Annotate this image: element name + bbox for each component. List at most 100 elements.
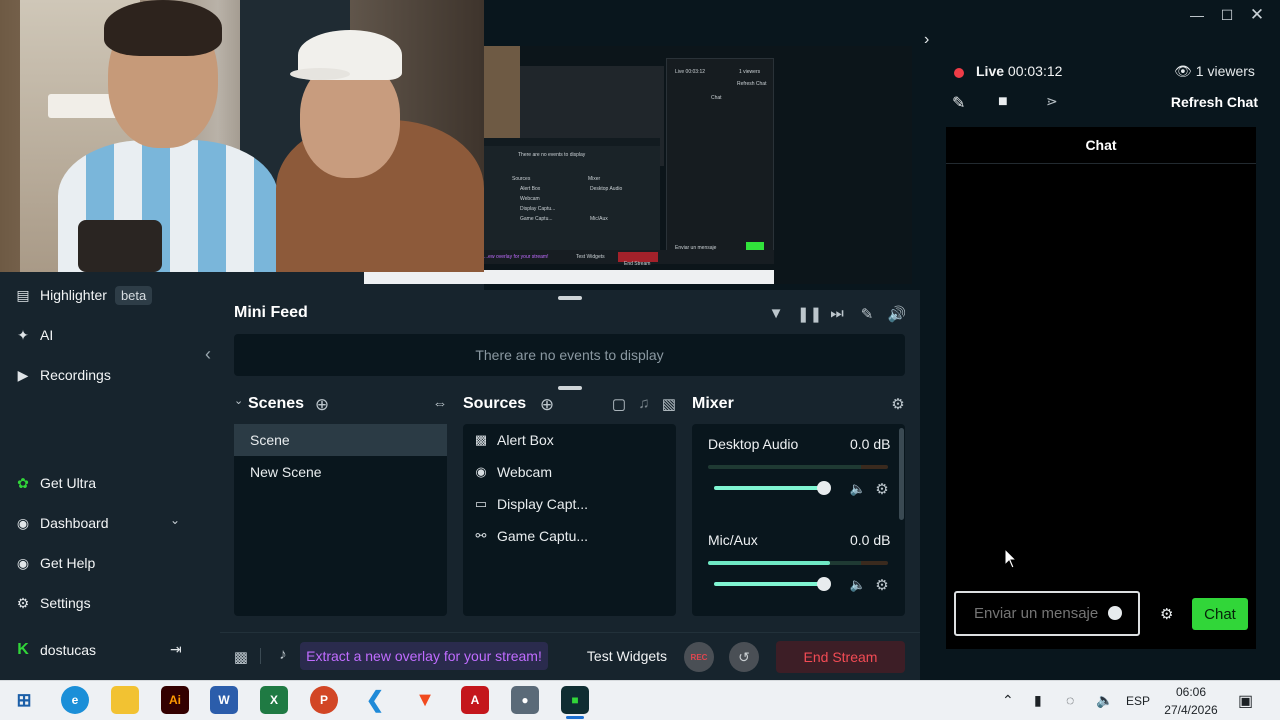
sidebar-item-get-ultra[interactable]: ✿ Get Ultra [0, 463, 220, 503]
file-explorer-icon[interactable] [111, 686, 139, 714]
vscode-icon[interactable]: ❮ [361, 686, 389, 714]
language-indicator[interactable]: ESP [1126, 694, 1150, 708]
windows-start-icon[interactable]: ⊞ [10, 686, 38, 714]
test-widgets-button[interactable]: Test Widgets [578, 642, 676, 670]
source-item[interactable]: ⚯ Game Captu... [463, 520, 676, 552]
add-scene-icon[interactable]: ⊕ [312, 395, 332, 415]
volume-slider-knob[interactable] [817, 481, 831, 495]
streamlabs-icon[interactable]: ■ [561, 686, 589, 714]
chat-send-button[interactable]: Chat [1192, 598, 1248, 630]
play-circle-icon: ▶ [17, 366, 29, 383]
minimize-icon[interactable]: — [1185, 4, 1209, 26]
gamepad-icon: ⚯ [475, 528, 487, 543]
end-stream-button[interactable]: End Stream [776, 641, 905, 673]
brave-icon[interactable]: ▼ [411, 686, 439, 714]
windows-taskbar [0, 680, 1280, 720]
scene-item[interactable]: Scene [234, 424, 447, 456]
source-item[interactable]: ▩ Alert Box [463, 424, 676, 456]
stats-icon[interactable]: ▩ [232, 648, 250, 666]
mixer-channel-db: 0.0 dB [850, 532, 891, 548]
mute-icon[interactable]: 🔈 [848, 577, 868, 593]
chevron-right-icon[interactable]: › [924, 31, 929, 49]
close-icon[interactable]: ✕ [1245, 4, 1269, 26]
extract-overlay-link[interactable]: Extract a new overlay for your stream! [300, 642, 548, 670]
mixer-channel-db: 0.0 dB [850, 436, 891, 452]
channel-settings-icon[interactable]: ⚙ [872, 480, 892, 498]
sources-title: Sources [463, 395, 527, 412]
collapse-sidebar-icon[interactable]: ‹ [198, 344, 218, 364]
display-source-icon[interactable]: ▢ [609, 395, 629, 413]
chat-settings-icon[interactable]: ⚙ [1160, 605, 1173, 623]
audio-source-icon[interactable]: ♫ [634, 395, 654, 412]
volume-slider[interactable] [714, 486, 824, 490]
skip-icon[interactable]: ⏭ [827, 305, 847, 322]
mixer-channel-label: Desktop Audio [708, 436, 799, 452]
edge-icon[interactable]: e [61, 686, 89, 714]
collapse-scenes-icon[interactable]: ⌄ [234, 394, 243, 407]
sidebar-item-get-help[interactable]: ◉ Get Help [0, 543, 220, 583]
sidebar-item-highlighter[interactable]: ▤ Highlighter beta [0, 275, 220, 315]
notification-bell-icon[interactable]: ♪ [274, 646, 292, 663]
preview-nested-taskbar [364, 270, 774, 284]
replay-buffer-icon[interactable]: ↺ [729, 642, 759, 672]
chevron-up-icon[interactable]: ⌃ [1002, 692, 1014, 709]
add-folder-icon[interactable]: ▧ [659, 395, 679, 413]
add-source-icon[interactable]: ⊕ [537, 395, 557, 415]
logout-icon[interactable]: ⇥ [170, 641, 182, 658]
powerpoint-icon[interactable]: P [310, 686, 338, 714]
excel-icon[interactable]: X [260, 686, 288, 714]
user-profile[interactable]: K dostucas ⇥ [0, 630, 220, 670]
sidebar-item-recordings[interactable]: ▶ Recordings [0, 355, 220, 395]
word-icon[interactable]: W [210, 686, 238, 714]
webcam-icon: ◉ [475, 464, 487, 479]
speaker-icon[interactable]: 🔈 [1096, 692, 1113, 709]
volume-icon[interactable]: 🔊 [887, 305, 907, 323]
dashboard-icon: ◉ [16, 514, 30, 531]
sparkle-icon: ✦ [17, 326, 29, 343]
illustrator-icon[interactable]: Ai [161, 686, 189, 714]
mute-icon[interactable]: 🔈 [848, 481, 868, 497]
scenes-title: Scenes [248, 395, 305, 412]
monitor-icon: ▭ [474, 496, 488, 511]
mixer-scrollbar[interactable] [899, 428, 904, 520]
edit-icon[interactable]: ✎ [952, 93, 965, 113]
preview-nested-editor: There are no events to display Sources M… [484, 146, 660, 250]
wifi-icon[interactable]: ◌ [1066, 692, 1074, 708]
stream-preview[interactable]: There are no events to display Sources M… [364, 46, 912, 284]
clock-date[interactable]: 27/4/2026 [1160, 703, 1222, 717]
source-item[interactable]: ▭ Display Capt... [463, 488, 676, 520]
volume-slider[interactable] [714, 582, 824, 586]
sidebar-item-dashboard[interactable]: ◉ Dashboard ⌄ [0, 503, 220, 543]
active-app-indicator [566, 716, 584, 719]
sidebar-item-settings[interactable]: ⚙ Settings [0, 583, 220, 623]
sidebar-item-ai[interactable]: ✦ AI [0, 315, 220, 355]
source-item[interactable]: ◉ Webcam [463, 456, 676, 488]
camera-app-icon[interactable]: ● [511, 686, 539, 714]
share-icon[interactable]: ⋗ [1046, 93, 1058, 110]
live-indicator [954, 68, 964, 78]
resize-handle[interactable] [558, 296, 582, 300]
clock-time[interactable]: 06:06 [1160, 685, 1222, 699]
refresh-chat-button[interactable]: Refresh Chat [1158, 94, 1258, 110]
ultra-icon: ✿ [17, 474, 29, 491]
record-button[interactable]: REC [684, 642, 714, 672]
camera-icon[interactable]: ■ [998, 93, 1008, 111]
help-icon: ◉ [16, 554, 30, 571]
mute-alerts-icon[interactable]: ✎ [857, 305, 877, 323]
filter-icon[interactable]: ▼ [766, 305, 786, 322]
gear-icon: ⚙ [16, 594, 30, 611]
mixer-settings-icon[interactable]: ⚙ [888, 395, 908, 413]
maximize-icon[interactable]: ☐ [1215, 4, 1239, 26]
battery-icon[interactable]: ▮ [1034, 692, 1042, 709]
acrobat-icon[interactable]: A [461, 686, 489, 714]
mini-feed-list: There are no events to display [234, 334, 905, 376]
resize-handle-2[interactable] [558, 386, 582, 390]
notifications-icon[interactable]: ▣ [1238, 691, 1253, 711]
transition-icon[interactable]: ⇔ [430, 395, 450, 412]
channel-settings-icon[interactable]: ⚙ [872, 576, 892, 594]
scene-item[interactable]: New Scene [234, 456, 447, 488]
beta-badge: beta [114, 285, 153, 305]
emoji-icon[interactable] [1108, 606, 1122, 620]
volume-slider-knob[interactable] [817, 577, 831, 591]
pause-icon[interactable]: ❚❚ [797, 305, 822, 323]
